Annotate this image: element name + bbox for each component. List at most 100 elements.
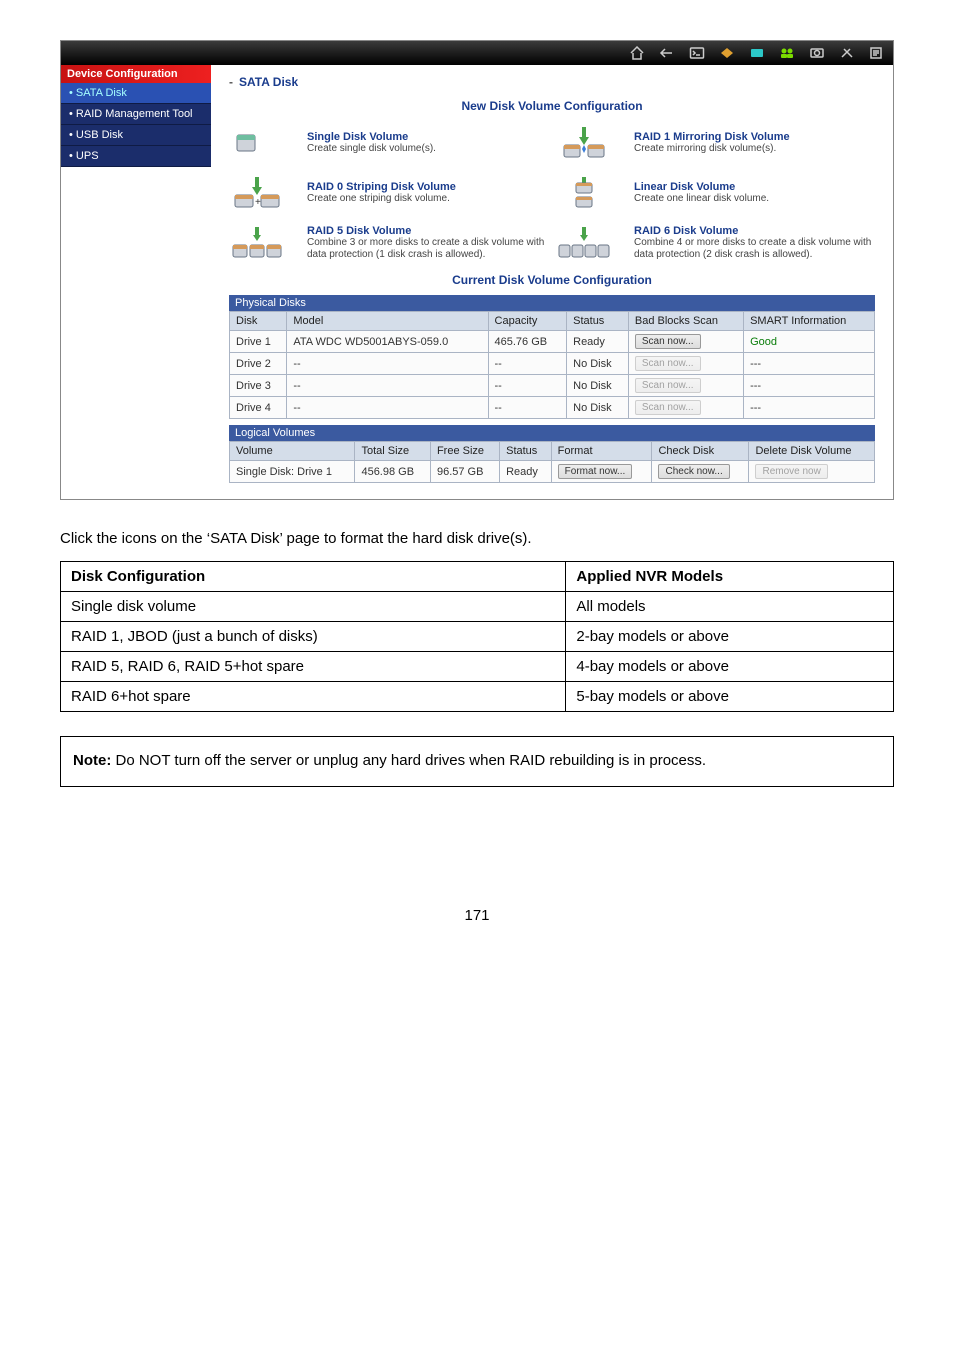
cell-total: 456.98 GB [355,461,431,483]
bullet: • [69,129,76,141]
new-disk-grid: Single Disk Volume Create single disk vo… [229,121,875,265]
cell-status: No Disk [567,397,629,419]
col-status: Status [567,312,629,331]
camera-icon[interactable] [809,46,825,60]
cell-model: -- [287,397,488,419]
doc-cell-config: RAID 6+hot spare [61,682,566,712]
col-total: Total Size [355,442,431,461]
raid6-icon[interactable] [556,221,612,265]
scan-now-button: Scan now... [635,356,701,371]
cell-status: No Disk [567,375,629,397]
doc-cell-models: All models [566,592,894,622]
table-row: Single Disk: Drive 1 456.98 GB 96.57 GB … [230,461,875,483]
single-disk-icon[interactable] [229,121,285,165]
physical-disks-header: Physical Disks [229,295,875,311]
raid0-icon[interactable]: + [229,171,285,215]
arrow-left-icon[interactable] [659,46,675,60]
table-row: Drive 3----No DiskScan now...--- [230,375,875,397]
linear-text[interactable]: Linear Disk Volume Create one linear dis… [634,181,875,205]
page-number: 171 [60,907,894,924]
doc-table-row: RAID 6+hot spare5-bay models or above [61,682,894,712]
doc-table-row: Single disk volumeAll models [61,592,894,622]
cell-status: No Disk [567,353,629,375]
col-delete: Delete Disk Volume [749,442,875,461]
cell-disk: Drive 4 [230,397,287,419]
format-now-button[interactable]: Format now... [558,464,633,479]
col-status: Status [500,442,552,461]
doc-cell-config: RAID 1, JBOD (just a bunch of disks) [61,622,566,652]
physical-disks-table: Disk Model Capacity Status Bad Blocks Sc… [229,311,875,419]
logical-volumes-header: Logical Volumes [229,425,875,441]
cell-free: 96.57 GB [430,461,499,483]
logs-icon[interactable] [869,46,885,60]
col-model: Model [287,312,488,331]
sidebar-item-raid-mgmt[interactable]: • RAID Management Tool [61,104,211,125]
topbar [61,41,893,65]
col-smart: SMART Information [744,312,875,331]
table-row: Drive 2----No DiskScan now...--- [230,353,875,375]
raid5-text[interactable]: RAID 5 Disk Volume Combine 3 or more dis… [307,225,548,261]
doc-cell-models: 5-bay models or above [566,682,894,712]
table-row: Drive 4----No DiskScan now...--- [230,397,875,419]
note-bold: Note: [73,752,111,769]
cell-capacity: 465.76 GB [488,331,567,353]
col-volume: Volume [230,442,355,461]
svg-text:+: + [255,197,261,208]
terminal-icon[interactable] [689,46,705,60]
doc-cell-config: Single disk volume [61,592,566,622]
cell-capacity: -- [488,375,567,397]
table-row: Drive 1ATA WDC WD5001ABYS-059.0465.76 GB… [230,331,875,353]
raid6-text[interactable]: RAID 6 Disk Volume Combine 4 or more dis… [634,225,875,261]
home-icon[interactable] [629,46,645,60]
sidebar-item-sata-disk[interactable]: • SATA Disk [61,83,211,104]
sidebar-item-ups[interactable]: • UPS [61,146,211,167]
cell-disk: Drive 3 [230,375,287,397]
single-disk-text[interactable]: Single Disk Volume Create single disk vo… [307,131,548,155]
remove-now-button[interactable]: Remove now [755,464,827,479]
doc-col-config: Disk Configuration [61,562,566,592]
cell-capacity: -- [488,353,567,375]
raid1-text[interactable]: RAID 1 Mirroring Disk Volume Create mirr… [634,131,875,155]
table-header-row: Disk Model Capacity Status Bad Blocks Sc… [230,312,875,331]
users-icon[interactable] [779,46,795,60]
raid5-icon[interactable] [229,221,285,265]
cell-model: ATA WDC WD5001ABYS-059.0 [287,331,488,353]
cell-scan: Scan now... [628,331,743,353]
doc-table-row: RAID 1, JBOD (just a bunch of disks)2-ba… [61,622,894,652]
cell-disk: Drive 2 [230,353,287,375]
sidebar-item-usb-disk[interactable]: • USB Disk [61,125,211,146]
scan-now-button[interactable]: Scan now... [635,334,701,349]
cell-smart: --- [744,375,875,397]
doc-cell-config: RAID 5, RAID 6, RAID 5+hot spare [61,652,566,682]
col-free: Free Size [430,442,499,461]
cell-delete: Remove now [749,461,875,483]
cell-smart: --- [744,397,875,419]
drive-icon[interactable] [749,46,765,60]
cell-model: -- [287,353,488,375]
linear-icon[interactable] [556,171,612,215]
current-title: Current Disk Volume Configuration [229,273,875,287]
cell-smart: --- [744,353,875,375]
bullet: • [69,108,76,120]
sidebar: Device Configuration • SATA Disk • RAID … [61,65,211,499]
cell-format: Format now... [551,461,652,483]
sidebar-header: Device Configuration [61,65,211,83]
cell-smart: Good [744,331,875,353]
col-format: Format [551,442,652,461]
col-disk: Disk [230,312,287,331]
doc-table-header: Disk Configuration Applied NVR Models [61,562,894,592]
cell-scan: Scan now... [628,397,743,419]
cell-scan: Scan now... [628,353,743,375]
diamond-icon[interactable] [719,46,735,60]
table-header-row: Volume Total Size Free Size Status Forma… [230,442,875,461]
raid1-icon[interactable] [556,121,612,165]
doc-intro: Click the icons on the ‘SATA Disk’ page … [60,530,894,547]
col-capacity: Capacity [488,312,567,331]
check-now-button[interactable]: Check now... [658,464,729,479]
main-content: -SATA Disk New Disk Volume Configuration… [211,65,893,499]
tools-icon[interactable] [839,46,855,60]
cell-model: -- [287,375,488,397]
note-text: Do NOT turn off the server or unplug any… [111,752,706,769]
cell-disk: Drive 1 [230,331,287,353]
raid0-text[interactable]: RAID 0 Striping Disk Volume Create one s… [307,181,548,205]
